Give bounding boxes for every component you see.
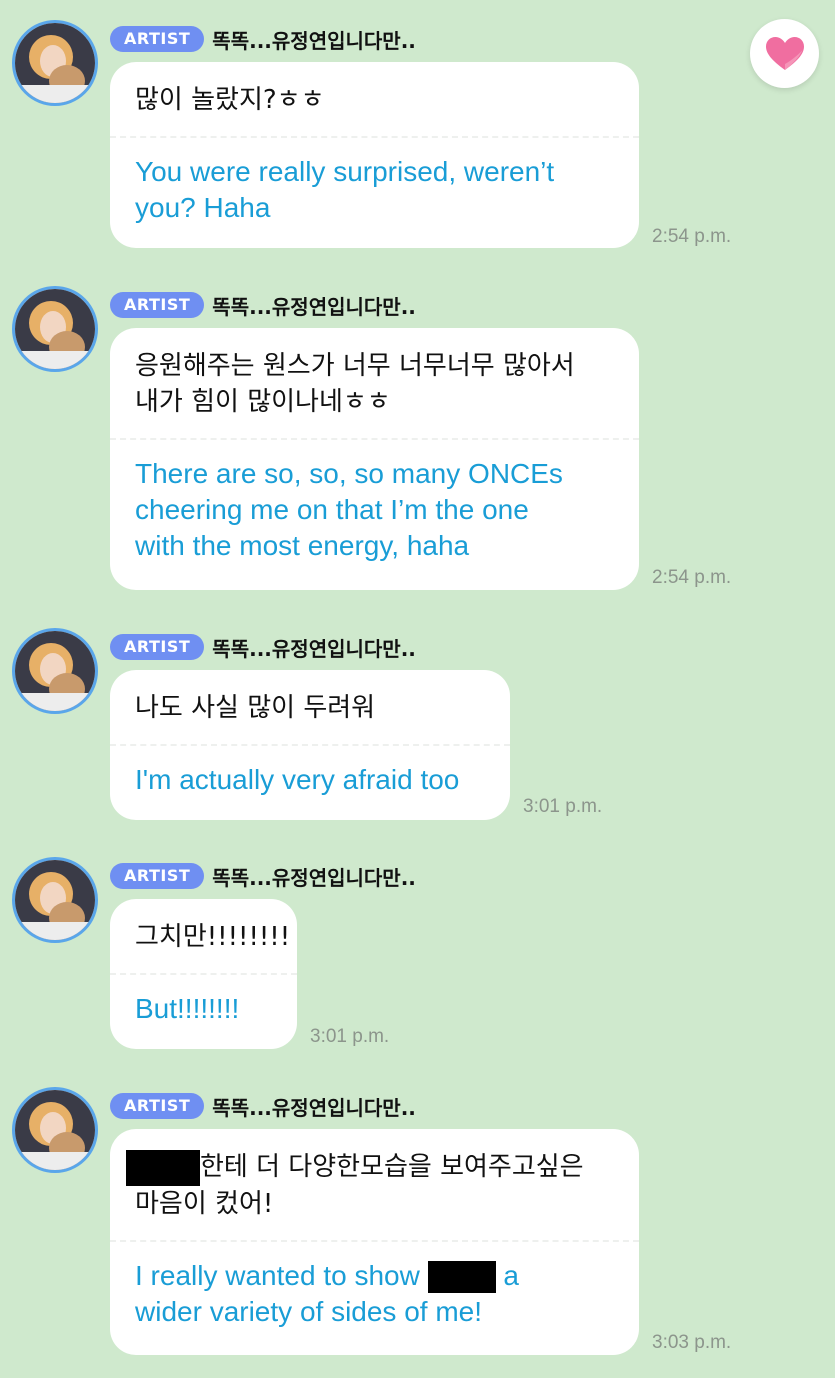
- message-header: ARTIST 똑똑...유정연입니다만..: [110, 861, 416, 891]
- sender-name: 똑똑...유정연입니다만..: [212, 28, 416, 53]
- sender-name: 똑똑...유정연입니다만..: [212, 636, 416, 661]
- artist-badge: ARTIST: [110, 863, 205, 889]
- message-bubble[interactable]: 나도 사실 많이 두려워 I'm actually very afraid to…: [110, 670, 510, 820]
- message-bubble[interactable]: 한테 더 다양한모습을 보여주고싶은마음이 컸어! I really wante…: [110, 1129, 639, 1355]
- artist-avatar[interactable]: [12, 628, 98, 714]
- message-timestamp: 2:54 p.m.: [652, 567, 732, 588]
- translation-text: But!!!!!!!!: [110, 975, 297, 1027]
- artist-avatar[interactable]: [12, 857, 98, 943]
- sender-name: 똑똑...유정연입니다만..: [212, 865, 416, 890]
- message-header: ARTIST 똑똑...유정연입니다만..: [110, 290, 416, 320]
- message-timestamp: 3:01 p.m.: [310, 1026, 390, 1047]
- korean-line: 내가 힘이 많이나네ㅎㅎ: [135, 387, 391, 417]
- artist-avatar[interactable]: [12, 286, 98, 372]
- message-timestamp: 3:01 p.m.: [523, 796, 603, 817]
- redaction-box: [126, 1149, 200, 1186]
- sender-name: 똑똑...유정연입니다만..: [212, 294, 416, 319]
- korean-line: 응원해주는 원스가 너무 너무너무 많아서: [135, 351, 575, 381]
- korean-line: 한테 더 다양한모습을 보여주고싶은: [200, 1152, 584, 1182]
- korean-text: 나도 사실 많이 두려워: [110, 670, 510, 726]
- translation-line: you? Haha: [135, 192, 271, 223]
- translation-text: You were really surprised, weren’t you? H…: [110, 138, 639, 226]
- korean-text: 응원해주는 원스가 너무 너무너무 많아서내가 힘이 많이나네ㅎㅎ: [110, 328, 639, 420]
- translation-line: cheering me on that I’m the one: [135, 494, 529, 525]
- message-header: ARTIST 똑똑...유정연입니다만..: [110, 632, 416, 662]
- korean-line: 나도 사실 많이 두려워: [135, 693, 376, 723]
- message-bubble[interactable]: 많이 놀랐지?ㅎㅎ You were really surprised, wer…: [110, 62, 639, 248]
- artist-badge: ARTIST: [110, 26, 205, 52]
- message-bubble[interactable]: 그치만!!!!!!!! But!!!!!!!!: [110, 899, 297, 1049]
- message-header: ARTIST 똑똑...유정연입니다만..: [110, 1091, 416, 1121]
- message-timestamp: 2:54 p.m.: [652, 226, 732, 247]
- artist-avatar[interactable]: [12, 1087, 98, 1173]
- message-timestamp: 3:03 p.m.: [652, 1332, 732, 1353]
- korean-text: 많이 놀랐지?ㅎㅎ: [110, 62, 639, 118]
- translation-line: wider variety of sides of me!: [135, 1295, 483, 1327]
- translation-line: You were really surprised, weren’t: [135, 156, 555, 187]
- korean-line: 그치만!!!!!!!!: [135, 922, 291, 952]
- artist-badge: ARTIST: [110, 1093, 205, 1119]
- message-bubble[interactable]: 응원해주는 원스가 너무 너무너무 많아서내가 힘이 많이나네ㅎㅎ There …: [110, 328, 639, 590]
- redaction-box: [427, 1261, 496, 1294]
- message-header: ARTIST 똑똑...유정연입니다만..: [110, 24, 416, 54]
- translation-line: I'm actually very afraid too: [135, 764, 460, 795]
- translation-line: a: [503, 1259, 519, 1291]
- artist-badge: ARTIST: [110, 292, 205, 318]
- korean-line: 많이 놀랐지?ㅎㅎ: [135, 85, 325, 115]
- translation-text: There are so, so, so many ONCEs cheering …: [110, 440, 639, 564]
- korean-line: 마음이 컸어!: [135, 1188, 274, 1219]
- artist-badge: ARTIST: [110, 634, 205, 660]
- artist-avatar[interactable]: [12, 20, 98, 106]
- translation-line: But!!!!!!!!: [135, 993, 240, 1024]
- korean-text: 그치만!!!!!!!!: [110, 899, 297, 955]
- korean-text: 한테 더 다양한모습을 보여주고싶은마음이 컸어!: [110, 1129, 639, 1222]
- translation-line: There are so, so, so many ONCEs: [135, 458, 563, 489]
- heart-reaction-button[interactable]: [750, 19, 819, 88]
- sender-name: 똑똑...유정연입니다만..: [212, 1095, 416, 1120]
- heart-icon: [765, 36, 804, 70]
- translation-text: I'm actually very afraid too: [110, 746, 510, 798]
- translation-text: I really wanted to show a wider variety o…: [110, 1242, 639, 1330]
- translation-line: with the most energy, haha: [135, 530, 470, 561]
- translation-line: I really wanted to show: [135, 1259, 420, 1291]
